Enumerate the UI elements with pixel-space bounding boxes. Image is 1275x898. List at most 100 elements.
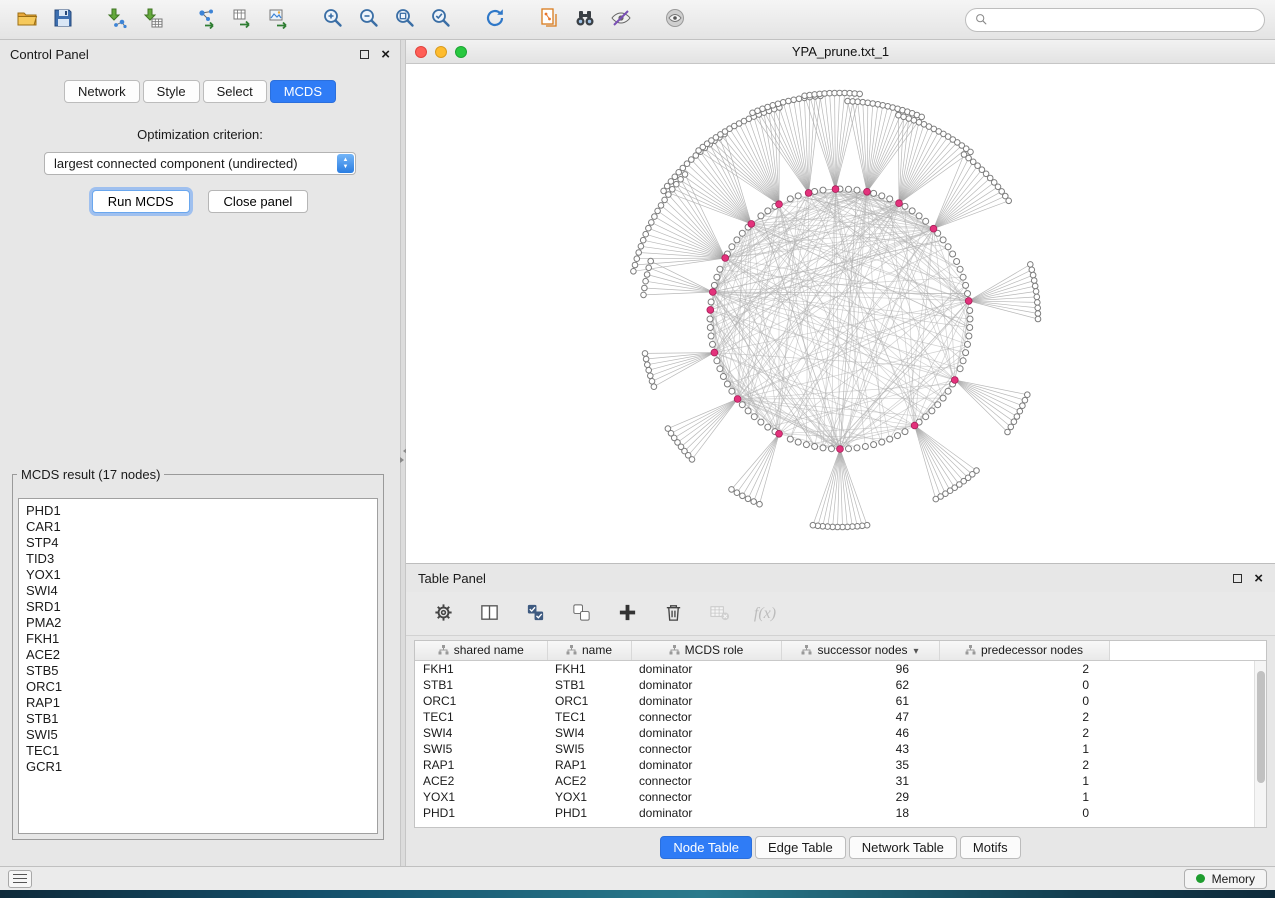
run-mcds-button[interactable]: Run MCDS — [92, 190, 190, 213]
mcds-node-item[interactable]: STB5 — [26, 663, 370, 679]
column-drag-icon — [965, 644, 976, 658]
table-toolbar-deselect-all-button[interactable] — [568, 601, 594, 627]
table-row[interactable]: PHD1PHD1dominator180 — [415, 805, 1266, 821]
search-box[interactable] — [965, 8, 1265, 32]
table-scrollbar[interactable] — [1254, 661, 1266, 827]
mcds-node-item[interactable]: STP4 — [26, 535, 370, 551]
column-header-shared-name[interactable]: shared name — [415, 641, 547, 661]
toolbar-separator — [640, 4, 656, 36]
mcds-node-item[interactable]: CAR1 — [26, 519, 370, 535]
maximize-window-icon[interactable] — [455, 46, 467, 58]
toolbar-button-export-image[interactable] — [262, 4, 296, 36]
mcds-node-item[interactable]: ORC1 — [26, 679, 370, 695]
column-header-predecessor-nodes[interactable]: predecessor nodes — [939, 641, 1109, 661]
mcds-node-item[interactable]: SWI4 — [26, 583, 370, 599]
tab-style[interactable]: Style — [143, 80, 200, 103]
table-row[interactable]: ORC1ORC1dominator610 — [415, 693, 1266, 709]
minimize-window-icon[interactable] — [435, 46, 447, 58]
search-input[interactable] — [994, 13, 1255, 27]
table-row[interactable]: ACE2ACE2connector311 — [415, 773, 1266, 789]
toolbar-separator — [514, 4, 530, 36]
tab-select[interactable]: Select — [203, 80, 267, 103]
toolbar-button-hide-ui[interactable] — [604, 4, 638, 36]
export-network-icon — [196, 7, 218, 32]
column-header-name[interactable]: name — [547, 641, 631, 661]
mcds-node-item[interactable]: SRD1 — [26, 599, 370, 615]
table-toolbar-trash-button[interactable] — [660, 601, 686, 627]
sort-arrow-icon[interactable]: ▾ — [914, 646, 919, 657]
close-window-icon[interactable] — [415, 46, 427, 58]
table-row[interactable]: STB1STB1dominator620 — [415, 677, 1266, 693]
columns-icon — [479, 602, 500, 626]
close-table-panel-icon[interactable]: × — [1254, 571, 1263, 586]
mcds-node-item[interactable]: FKH1 — [26, 631, 370, 647]
table-toolbar-columns-button[interactable] — [476, 601, 502, 627]
table-row[interactable]: FKH1FKH1dominator962 — [415, 661, 1266, 677]
toolbar-button-import-network[interactable] — [100, 4, 134, 36]
toolbar-button-save[interactable] — [46, 4, 80, 36]
memory-status-icon — [1196, 874, 1205, 883]
toolbar-button-export-network[interactable] — [190, 4, 224, 36]
toolbar-button-find[interactable] — [568, 4, 602, 36]
import-table-icon — [142, 7, 164, 32]
save-icon — [52, 7, 74, 32]
tab-edge-table[interactable]: Edge Table — [755, 836, 846, 859]
toolbar-button-preview[interactable] — [658, 4, 692, 36]
table-row[interactable]: SWI5SWI5connector431 — [415, 741, 1266, 757]
table-panel-header: Table Panel × — [406, 564, 1275, 592]
mcds-node-item[interactable]: RAP1 — [26, 695, 370, 711]
tab-mcds[interactable]: MCDS — [270, 80, 336, 103]
mcds-node-item[interactable]: TID3 — [26, 551, 370, 567]
table-row[interactable]: SWI4SWI4dominator462 — [415, 725, 1266, 741]
scrollbar-thumb[interactable] — [1257, 671, 1265, 783]
toolbar-separator — [460, 4, 476, 36]
table-toolbar-select-all-button[interactable] — [522, 601, 548, 627]
toolbar-button-open-file[interactable] — [10, 4, 44, 36]
tab-network[interactable]: Network — [64, 80, 140, 103]
mcds-node-item[interactable]: ACE2 — [26, 647, 370, 663]
mcds-node-item[interactable]: PHD1 — [26, 503, 370, 519]
criterion-dropdown[interactable]: largest connected component (undirected)… — [44, 152, 356, 175]
close-panel-button[interactable]: Close panel — [208, 190, 309, 213]
column-drag-icon — [801, 644, 812, 658]
network-window-titlebar: YPA_prune.txt_1 — [406, 40, 1275, 64]
float-panel-icon[interactable] — [360, 50, 369, 59]
table-toolbar-delete-table-button[interactable] — [706, 601, 732, 627]
column-header-successor-nodes[interactable]: successor nodes▾ — [781, 641, 939, 661]
mcds-node-item[interactable]: SWI5 — [26, 727, 370, 743]
toolbar-button-export-table[interactable] — [226, 4, 260, 36]
toolbar-buttons — [10, 4, 692, 36]
mcds-node-item[interactable]: YOX1 — [26, 567, 370, 583]
mcds-node-item[interactable]: GCR1 — [26, 759, 370, 775]
tab-node-table[interactable]: Node Table — [660, 836, 752, 859]
settings-icon — [433, 602, 454, 626]
table-toolbar-add-button[interactable] — [614, 601, 640, 627]
table-toolbar-settings-button[interactable] — [430, 601, 456, 627]
table-toolbar-fx-button[interactable]: f(x) — [752, 601, 778, 627]
tab-motifs[interactable]: Motifs — [960, 836, 1021, 859]
float-table-panel-icon[interactable] — [1233, 574, 1242, 583]
table-row[interactable]: YOX1YOX1connector291 — [415, 789, 1266, 805]
mcds-node-item[interactable]: STB1 — [26, 711, 370, 727]
close-panel-icon[interactable]: × — [381, 47, 390, 62]
table-row[interactable]: RAP1RAP1dominator352 — [415, 757, 1266, 773]
table-row[interactable]: TEC1TEC1connector472 — [415, 709, 1266, 725]
toolbar-button-zoom-selected[interactable] — [424, 4, 458, 36]
panel-menu-button[interactable] — [8, 870, 32, 888]
toolbar-button-refresh[interactable] — [478, 4, 512, 36]
main-toolbar — [0, 0, 1275, 40]
toolbar-separator — [82, 4, 98, 36]
column-header-MCDS-role[interactable]: MCDS role — [631, 641, 781, 661]
memory-button[interactable]: Memory — [1184, 869, 1267, 889]
mcds-node-item[interactable]: PMA2 — [26, 615, 370, 631]
toolbar-button-zoom-fit[interactable] — [388, 4, 422, 36]
network-graph[interactable] — [406, 64, 1275, 563]
toolbar-button-duplicate-network[interactable] — [532, 4, 566, 36]
toolbar-button-zoom-out[interactable] — [352, 4, 386, 36]
mcds-node-item[interactable]: TEC1 — [26, 743, 370, 759]
toolbar-button-zoom-in[interactable] — [316, 4, 350, 36]
zoom-selected-icon — [430, 7, 452, 32]
table-panel-title: Table Panel — [418, 571, 486, 586]
toolbar-button-import-table[interactable] — [136, 4, 170, 36]
tab-network-table[interactable]: Network Table — [849, 836, 957, 859]
